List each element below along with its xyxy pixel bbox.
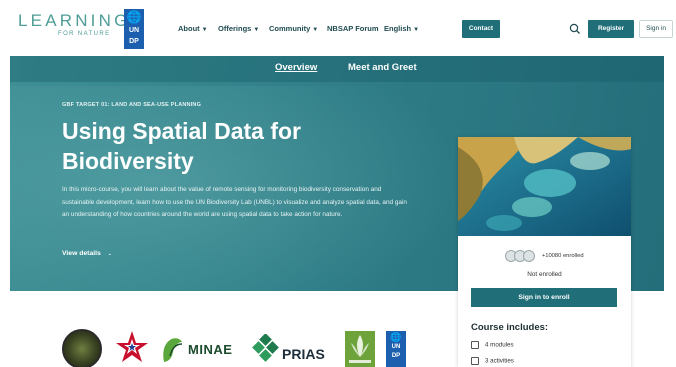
- enrollment-status: Not enrolled: [527, 271, 562, 278]
- nav-community[interactable]: Community ▼: [269, 24, 318, 33]
- chevron-down-icon: ▼: [253, 27, 260, 33]
- activity-icon: [471, 357, 479, 365]
- partner-star-logo: [116, 331, 148, 362]
- enrolled-count: +10080 enrolled: [541, 252, 584, 259]
- undp-partner-logo: 🌐 UN DP: [386, 331, 406, 367]
- chevron-down-icon: ⌄: [107, 251, 112, 257]
- register-button[interactable]: Register: [588, 20, 634, 38]
- logo-main-text: LEARNING: [18, 11, 131, 30]
- satellite-image: [458, 137, 631, 236]
- enrolled-summary: +10080 enrolled: [458, 247, 631, 265]
- list-item: 3 activities: [471, 357, 514, 365]
- nav-about[interactable]: About ▼: [178, 24, 208, 33]
- course-description: In this micro-course, you will learn abo…: [62, 186, 407, 219]
- course-eyebrow: GBF TARGET 01: LAND AND SEA-USE PLANNING: [62, 102, 202, 108]
- learner-avatars: [505, 249, 537, 262]
- view-details-link[interactable]: View details ⌄: [62, 250, 112, 257]
- sign-in-button[interactable]: Sign in: [639, 20, 673, 38]
- prias-name: PRIAS: [282, 346, 325, 362]
- course-subnav: Overview Meet and Greet: [10, 56, 664, 82]
- learning-for-nature-logo[interactable]: LEARNING FOR NATURE: [18, 12, 131, 39]
- prias-logo: PRIAS: [252, 332, 334, 367]
- nav-language[interactable]: English ▼: [384, 24, 419, 33]
- contact-button[interactable]: Contact: [462, 20, 500, 38]
- nav-offerings[interactable]: Offerings ▼: [218, 24, 259, 33]
- site-header: LEARNING FOR NATURE 🌐 UN DP About ▼ Offer…: [0, 0, 676, 56]
- course-card: +10080 enrolled Not enrolled Sign in to …: [458, 137, 631, 367]
- logo-sub-text: FOR NATURE: [58, 31, 111, 37]
- chevron-down-icon: ▼: [413, 27, 420, 33]
- un-emblem-icon: 🌐: [126, 10, 142, 24]
- partner-seal-logo: [62, 329, 102, 367]
- prias-diamonds-icon: [252, 334, 279, 362]
- nav-nbsap-forum[interactable]: NBSAP Forum: [327, 24, 379, 33]
- course-title: Using Spatial Data for Biodiversity: [62, 118, 301, 174]
- avatar: [523, 249, 536, 262]
- course-includes-title: Course includes:: [471, 322, 549, 333]
- minae-name: MINAE: [188, 342, 233, 357]
- un-emblem-icon: 🌐: [390, 332, 402, 342]
- chevron-down-icon: ▼: [201, 27, 208, 33]
- hand-leaf-icon: [163, 338, 183, 362]
- chevron-down-icon: ▼: [312, 27, 319, 33]
- minae-logo: MINAE: [160, 332, 246, 367]
- gef-logo: [345, 331, 375, 367]
- undp-logo: 🌐 UN DP: [124, 9, 144, 49]
- sign-in-to-enroll-button[interactable]: Sign in to enroll: [471, 288, 617, 307]
- search-icon[interactable]: [568, 22, 582, 36]
- tab-overview[interactable]: Overview: [275, 62, 317, 73]
- list-item: 4 modules: [471, 341, 514, 349]
- tab-meet-and-greet[interactable]: Meet and Greet: [348, 62, 417, 73]
- book-icon: [471, 341, 479, 349]
